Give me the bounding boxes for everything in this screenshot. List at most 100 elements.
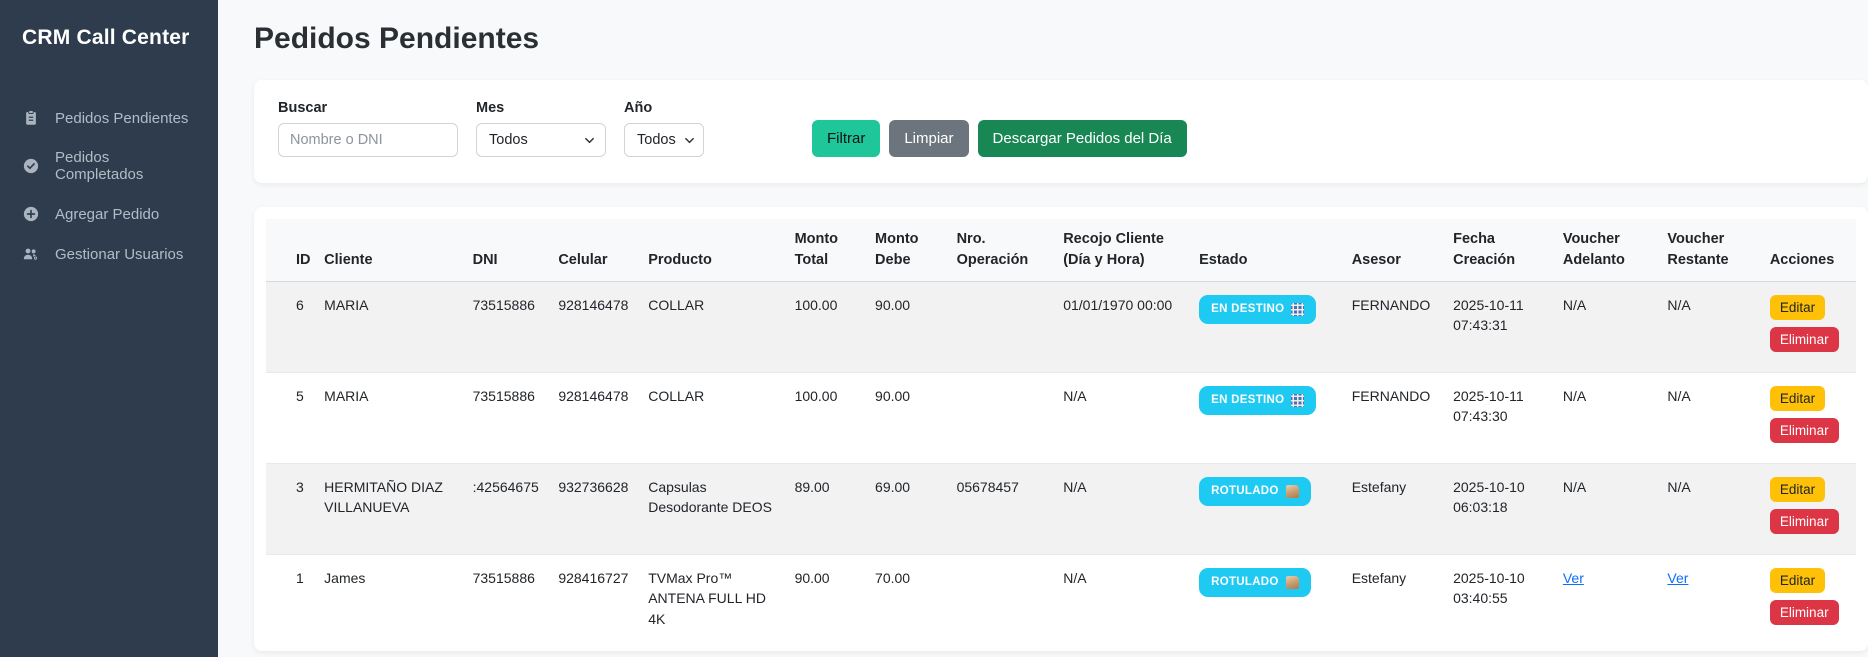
cell-voucher_restante: Ver	[1659, 555, 1761, 646]
voucher-ver-link[interactable]: Ver	[1563, 570, 1584, 586]
table-row: 3HERMITAÑO DIAZ VILLANUEVA:4256467593273…	[266, 464, 1856, 555]
edit-button[interactable]: Editar	[1770, 295, 1825, 320]
cell-voucher_adelanto: N/A	[1555, 282, 1660, 373]
column-header: Fecha Creación	[1445, 219, 1555, 282]
cell-estado: EN DESTINO	[1191, 373, 1344, 464]
cell-voucher_adelanto: Ver	[1555, 555, 1660, 646]
column-header: Recojo Cliente (Día y Hora)	[1055, 219, 1191, 282]
app-title: CRM Call Center	[0, 0, 218, 60]
cell-dni: 73515886	[465, 282, 551, 373]
column-header: Acciones	[1762, 219, 1856, 282]
column-header: Celular	[550, 219, 640, 282]
status-label: EN DESTINO	[1211, 301, 1284, 318]
filter-button[interactable]: Filtrar	[812, 120, 880, 157]
cell-nro_operacion	[949, 373, 1056, 464]
sidebar-item-agregar-pedido[interactable]: Agregar Pedido	[0, 194, 218, 234]
column-header: Nro. Operación	[949, 219, 1056, 282]
cell-nro_operacion	[949, 282, 1056, 373]
status-badge: ROTULADO	[1199, 477, 1311, 506]
status-badge: EN DESTINO	[1199, 386, 1316, 415]
edit-button[interactable]: Editar	[1770, 568, 1825, 593]
cell-asesor: Estefany	[1344, 464, 1445, 555]
year-select[interactable]: Todos	[624, 123, 704, 157]
table-row: 6MARIA73515886928146478COLLAR100.0090.00…	[266, 282, 1856, 373]
sidebar-item-label: Agregar Pedido	[55, 206, 159, 223]
cell-recojo: 01/01/1970 00:00	[1055, 282, 1191, 373]
sidebar-item-label: Pedidos Completados	[55, 149, 196, 183]
cell-estado: EN DESTINO	[1191, 282, 1344, 373]
status-label: EN DESTINO	[1211, 392, 1284, 409]
cell-actions: Editar Eliminar	[1762, 373, 1856, 464]
column-header: Voucher Restante	[1659, 219, 1761, 282]
cell-id: 5	[266, 373, 316, 464]
cell-fecha_creacion: 2025-10-11 07:43:31	[1445, 282, 1555, 373]
chevron-down-icon	[684, 135, 695, 146]
check-circle-icon	[22, 157, 40, 175]
cell-voucher_restante: N/A	[1659, 373, 1761, 464]
main-content: Pedidos Pendientes Buscar Mes Todos Año …	[218, 0, 1868, 657]
cell-monto_total: 100.00	[787, 373, 867, 464]
month-select[interactable]: Todos	[476, 123, 606, 157]
month-label: Mes	[476, 100, 606, 116]
cell-id: 3	[266, 464, 316, 555]
cell-fecha_creacion: 2025-10-11 07:43:30	[1445, 373, 1555, 464]
status-badge: ROTULADO	[1199, 568, 1311, 597]
cell-voucher_restante: N/A	[1659, 464, 1761, 555]
cell-celular: 928146478	[550, 373, 640, 464]
edit-button[interactable]: Editar	[1770, 386, 1825, 411]
cell-actions: Editar Eliminar	[1762, 555, 1856, 646]
delete-button[interactable]: Eliminar	[1770, 418, 1839, 443]
month-select-value: Todos	[489, 132, 528, 148]
cell-cliente: James	[316, 555, 464, 646]
clear-button[interactable]: Limpiar	[889, 120, 968, 157]
cell-producto: COLLAR	[640, 282, 786, 373]
cell-cliente: HERMITAÑO DIAZ VILLANUEVA	[316, 464, 464, 555]
table-row: 1James73515886928416727TVMax Pro™ ANTENA…	[266, 555, 1856, 646]
package-icon	[1286, 485, 1299, 498]
column-header: Voucher Adelanto	[1555, 219, 1660, 282]
search-input[interactable]	[278, 123, 458, 157]
download-orders-button[interactable]: Descargar Pedidos del Día	[978, 120, 1187, 157]
cell-voucher_restante: N/A	[1659, 282, 1761, 373]
column-header: Estado	[1191, 219, 1344, 282]
column-header: ID	[266, 219, 316, 282]
column-header: Asesor	[1344, 219, 1445, 282]
delete-button[interactable]: Eliminar	[1770, 327, 1839, 352]
cell-celular: 928146478	[550, 282, 640, 373]
sidebar-nav: Pedidos Pendientes Pedidos Completados A…	[0, 98, 218, 274]
cell-recojo: N/A	[1055, 464, 1191, 555]
cell-actions: Editar Eliminar	[1762, 282, 1856, 373]
cell-dni: 73515886	[465, 555, 551, 646]
cell-asesor: Estefany	[1344, 555, 1445, 646]
cell-estado: ROTULADO	[1191, 555, 1344, 646]
status-label: ROTULADO	[1211, 574, 1279, 591]
clipboard-icon	[22, 109, 40, 127]
cell-asesor: FERNANDO	[1344, 282, 1445, 373]
cell-voucher_adelanto: N/A	[1555, 464, 1660, 555]
cell-producto: COLLAR	[640, 373, 786, 464]
voucher-ver-link[interactable]: Ver	[1667, 570, 1688, 586]
delete-button[interactable]: Eliminar	[1770, 509, 1839, 534]
users-gear-icon	[22, 245, 40, 263]
edit-button[interactable]: Editar	[1770, 477, 1825, 502]
delete-button[interactable]: Eliminar	[1770, 600, 1839, 625]
column-header: Monto Debe	[867, 219, 949, 282]
cell-celular: 928416727	[550, 555, 640, 646]
sidebar-item-pedidos-completados[interactable]: Pedidos Completados	[0, 138, 218, 194]
cell-monto_debe: 90.00	[867, 282, 949, 373]
filter-card: Buscar Mes Todos Año Todos	[254, 80, 1868, 183]
cell-monto_total: 89.00	[787, 464, 867, 555]
cell-fecha_creacion: 2025-10-10 03:40:55	[1445, 555, 1555, 646]
cell-estado: ROTULADO	[1191, 464, 1344, 555]
column-header: Monto Total	[787, 219, 867, 282]
year-select-value: Todos	[637, 132, 676, 148]
sidebar-item-gestionar-usuarios[interactable]: Gestionar Usuarios	[0, 234, 218, 274]
chevron-down-icon	[584, 135, 595, 146]
cell-monto_total: 100.00	[787, 282, 867, 373]
sidebar-item-pedidos-pendientes[interactable]: Pedidos Pendientes	[0, 98, 218, 138]
search-label: Buscar	[278, 100, 458, 116]
sidebar-item-label: Pedidos Pendientes	[55, 110, 188, 127]
cell-producto: Capsulas Desodorante DEOS	[640, 464, 786, 555]
building-icon	[1291, 394, 1304, 407]
cell-recojo: N/A	[1055, 555, 1191, 646]
